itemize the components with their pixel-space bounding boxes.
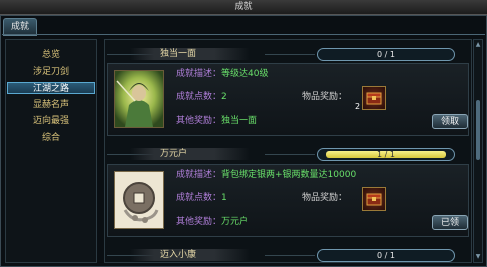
section-divider (265, 154, 315, 155)
desc-row: 成就描述：等级达40级 (176, 69, 268, 80)
achievement-progress-bar: 0 / 1 (317, 249, 455, 262)
achievement-title: 迈入小康 (130, 249, 250, 261)
desc-row: 成就描述：背包绑定银两+银两数量达10000 (176, 170, 356, 181)
item-count: 2 (355, 102, 361, 111)
other-reward-row: 其他奖励：独当一面 (176, 116, 257, 127)
achievement-card: 成就描述：等级达40级 成就点数：2 其他奖励：独当一面 物品奖励： 2 领取 (107, 63, 469, 136)
window-title: 成就 (0, 0, 487, 15)
scroll-thumb[interactable] (476, 100, 480, 160)
progress-text: 0 / 1 (377, 50, 395, 59)
reward-item-chest-icon[interactable]: 2 (355, 86, 386, 111)
sidebar-item-fame[interactable]: 显赫名声 (7, 99, 95, 111)
achievement-progress-bar: 0 / 1 (317, 48, 455, 61)
points-label: 成就点数： (176, 193, 222, 203)
other-reward-row: 其他奖励：万元户 (176, 217, 248, 228)
other-reward-label: 其他奖励： (176, 116, 222, 126)
desc-value: 等级达40级 (221, 69, 269, 79)
points-value: 1 (221, 193, 227, 203)
list-scrollbar[interactable]: ▲ ▼ (473, 39, 483, 263)
achievement-portrait-warrior (114, 70, 164, 128)
achievement-list: 独当一面 0 / 1 成就描述：等级达40级 成就点数：2 其他奖励：独当一面 … (104, 39, 472, 263)
achievement-progress-bar: 1 / 1 (317, 148, 455, 161)
scroll-up-icon[interactable]: ▲ (475, 42, 481, 48)
other-reward-value: 万元户 (221, 217, 249, 227)
sidebar-item-strongest[interactable]: 迈向最强 (7, 115, 95, 127)
scroll-down-icon[interactable]: ▼ (475, 254, 481, 260)
category-sidebar: 总览 涉足刀剑 江湖之路 显赫名声 迈向最强 综合 (5, 39, 97, 263)
section-divider (265, 54, 315, 55)
sidebar-item-jianghu-road[interactable]: 江湖之路 (7, 82, 95, 94)
achievement-title: 万元户 (130, 148, 250, 160)
tab-divider (2, 34, 485, 35)
claim-button[interactable]: 领取 (432, 114, 468, 129)
section-divider (265, 255, 315, 256)
desc-label: 成就描述： (176, 69, 222, 79)
achievement-card: 成就描述：背包绑定银两+银两数量达10000 成就点数：1 其他奖励：万元户 物… (107, 164, 469, 237)
achievement-portrait-coin (114, 171, 164, 229)
other-reward-label: 其他奖励： (176, 217, 222, 227)
desc-label: 成就描述： (176, 170, 222, 180)
other-reward-value: 独当一面 (221, 116, 258, 126)
sidebar-item-blades[interactable]: 涉足刀剑 (7, 66, 95, 78)
reward-item-chest-icon[interactable] (362, 187, 386, 211)
desc-value: 背包绑定银两+银两数量达10000 (221, 170, 357, 180)
progress-text: 0 / 1 (377, 251, 395, 260)
points-row: 成就点数：2 (176, 92, 227, 103)
progress-text: 1 / 1 (377, 150, 395, 159)
achievement-title: 独当一面 (130, 48, 250, 60)
points-value: 2 (221, 92, 227, 102)
points-row: 成就点数：1 (176, 193, 227, 204)
sidebar-item-general[interactable]: 综合 (7, 132, 95, 144)
item-reward-label: 物品奖励： (302, 193, 348, 203)
item-reward-label: 物品奖励： (302, 92, 348, 102)
points-label: 成就点数： (176, 92, 222, 102)
sidebar-item-overview[interactable]: 总览 (7, 49, 95, 61)
claimed-button[interactable]: 已领 (432, 215, 468, 230)
